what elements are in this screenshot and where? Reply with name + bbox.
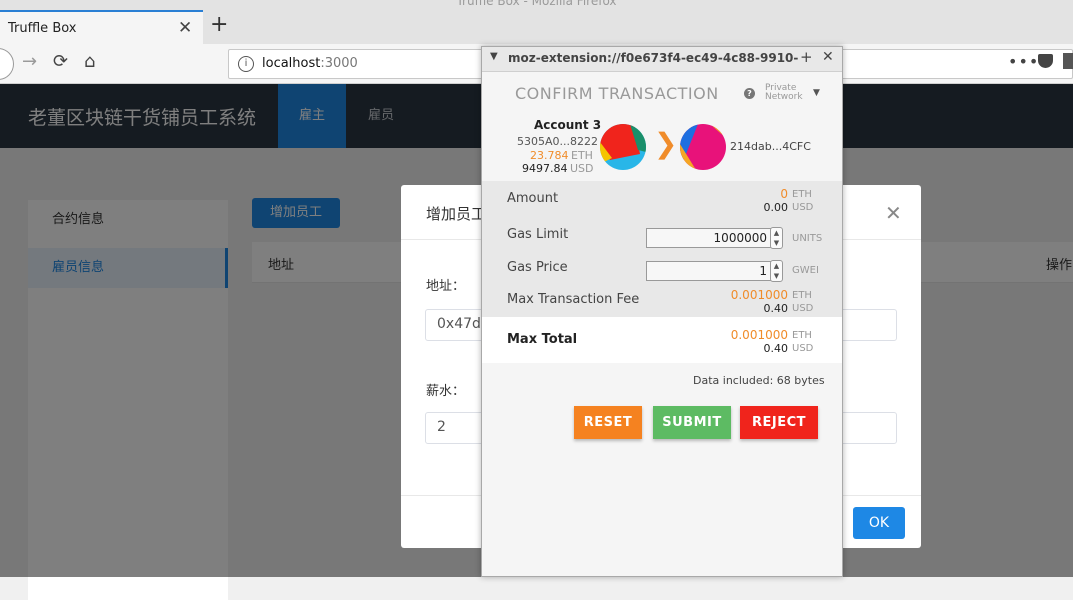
caret-down-icon[interactable]: ▼ <box>813 88 820 98</box>
arrow-right-icon: ❯ <box>654 127 678 160</box>
from-account-address: 5305A0...8222 <box>517 135 599 148</box>
max-fee-label: Max Transaction Fee <box>507 292 640 307</box>
gas-price-label: Gas Price <box>507 260 568 275</box>
to-address: 214dab...4CFC <box>730 140 811 153</box>
dialog-title: 增加员工 <box>426 205 487 223</box>
back-button-icon[interactable] <box>0 48 14 80</box>
forward-arrow-icon[interactable]: → <box>22 51 37 72</box>
network-selector[interactable]: Private Network <box>765 84 803 102</box>
max-total-row: Max Total 0.001000 ETH 0.40 USD <box>482 317 842 363</box>
gas-limit-stepper[interactable]: ▲ ▼ <box>770 227 783 249</box>
popup-url: moz-extension://f0e673f4-ec49-4c88-9910-… <box>508 51 798 65</box>
url-text: localhost:3000 <box>262 56 358 71</box>
from-usd-balance: 9497.84 <box>522 162 568 175</box>
home-icon[interactable]: ⌂ <box>84 51 95 72</box>
menu-icon[interactable] <box>1063 53 1073 69</box>
url-port: :3000 <box>320 56 358 71</box>
max-fee-eth-value: 0.001000 <box>730 288 788 302</box>
max-total-eth-unit: ETH <box>792 330 812 341</box>
max-total-usd-value: 0.40 <box>763 342 789 355</box>
submit-button[interactable]: SUBMIT <box>653 406 731 439</box>
amount-eth-value: 0 <box>780 187 788 201</box>
reload-icon[interactable]: ⟳ <box>53 51 68 72</box>
gas-price-stepper[interactable]: ▲ ▼ <box>770 260 783 282</box>
gas-price-input[interactable]: 1 <box>646 261 772 281</box>
amount-usd-unit: USD <box>792 202 814 213</box>
max-total-eth-value: 0.001000 <box>730 328 788 342</box>
pin-icon[interactable]: + <box>800 48 813 66</box>
tab-title: Truffle Box <box>8 21 77 36</box>
browser-tab[interactable]: Truffle Box ✕ <box>0 10 203 44</box>
transaction-details: Amount 0 ETH 0.00 USD Gas Limit 1000000 … <box>482 181 842 317</box>
gas-limit-label: Gas Limit <box>507 227 569 242</box>
reject-button[interactable]: REJECT <box>740 406 818 439</box>
amount-label: Amount <box>507 191 559 206</box>
address-label: 地址： <box>426 279 466 294</box>
gas-price-unit: GWEI <box>792 265 819 276</box>
close-icon[interactable]: ✕ <box>885 201 902 225</box>
from-identicon <box>600 124 646 170</box>
new-tab-icon[interactable]: + <box>210 14 228 36</box>
extension-popup: ▼ moz-extension://f0e673f4-ec49-4c88-991… <box>481 46 843 577</box>
gas-limit-unit: UNITS <box>792 233 823 244</box>
amount-eth-unit: ETH <box>792 189 812 200</box>
ok-button[interactable]: OK <box>853 507 905 539</box>
more-options-icon[interactable]: ••• <box>1008 52 1039 71</box>
browser-titlebar: Truffle Box - Mozilla Firefox Truffle Bo… <box>0 0 1073 44</box>
max-fee-usd-unit: USD <box>792 303 814 314</box>
from-eth-balance: 23.784 <box>530 149 569 162</box>
salary-label: 薪水： <box>426 384 466 399</box>
url-host: localhost <box>262 56 321 71</box>
close-icon[interactable]: ✕ <box>822 49 834 65</box>
tab-close-icon[interactable]: ✕ <box>178 18 192 38</box>
amount-usd-value: 0.00 <box>763 201 789 214</box>
window-title: Truffle Box - Mozilla Firefox <box>456 0 617 8</box>
popup-titlebar: ▼ moz-extension://f0e673f4-ec49-4c88-991… <box>482 47 842 72</box>
max-fee-eth-unit: ETH <box>792 290 812 301</box>
confirm-transaction-title: CONFIRM TRANSACTION <box>515 84 719 103</box>
data-included-text: Data included: 68 bytes <box>693 374 825 387</box>
from-account-name: Account 3 <box>534 118 602 132</box>
help-icon[interactable]: ? <box>744 88 755 99</box>
max-fee-usd-value: 0.40 <box>763 302 789 315</box>
from-usd-unit: USD <box>570 162 594 175</box>
reset-button[interactable]: RESET <box>574 406 642 439</box>
gas-limit-input[interactable]: 1000000 <box>646 228 772 248</box>
dropdown-icon[interactable]: ▼ <box>490 51 498 62</box>
network-line2: Network <box>765 92 803 102</box>
max-total-label: Max Total <box>507 332 578 347</box>
to-identicon <box>680 124 726 170</box>
info-icon[interactable]: i <box>238 56 254 72</box>
from-eth-unit: ETH <box>571 149 593 162</box>
max-total-usd-unit: USD <box>792 343 814 354</box>
